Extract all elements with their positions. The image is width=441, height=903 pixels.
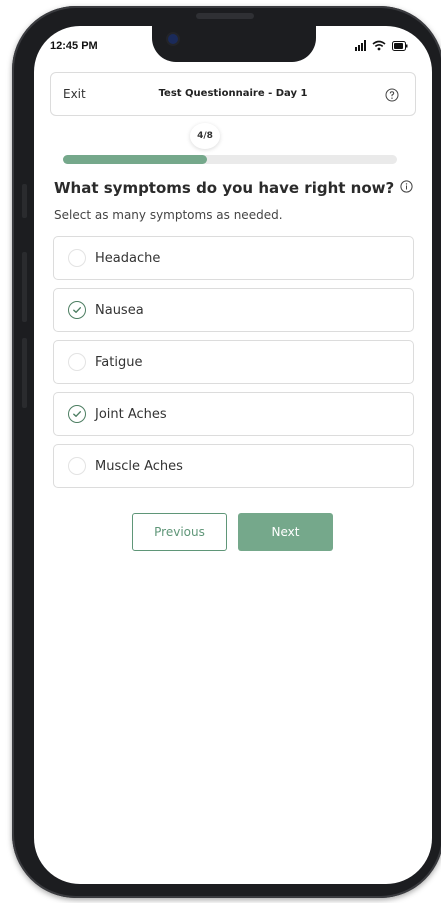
info-icon[interactable] [400, 179, 413, 197]
question-title-row: What symptoms do you have right now? [54, 179, 413, 197]
notch [152, 26, 316, 62]
status-icons [355, 40, 408, 51]
question-title: What symptoms do you have right now? [54, 179, 395, 197]
help-circle-icon[interactable] [385, 87, 399, 106]
signal-icon [355, 40, 366, 51]
radio-circle-icon [68, 353, 86, 371]
option-label: Joint Aches [95, 406, 167, 422]
radio-circle-icon [68, 249, 86, 267]
symptom-options: Headache Nausea Fatigue Joint Aches Musc… [53, 236, 414, 496]
check-circle-icon [68, 301, 86, 319]
wifi-icon [372, 40, 386, 51]
option-headache[interactable]: Headache [53, 236, 414, 280]
option-muscle-aches[interactable]: Muscle Aches [53, 444, 414, 488]
option-label: Muscle Aches [95, 458, 183, 474]
mute-switch [22, 184, 27, 218]
previous-button[interactable]: Previous [132, 513, 227, 551]
next-button[interactable]: Next [238, 513, 333, 551]
speaker-grille [196, 13, 254, 19]
radio-circle-icon [68, 457, 86, 475]
progress-bar-fill [63, 155, 207, 164]
camera-icon [168, 34, 178, 44]
option-label: Nausea [95, 302, 144, 318]
battery-icon [392, 40, 408, 51]
question-subtitle: Select as many symptoms as needed. [54, 208, 283, 222]
option-nausea[interactable]: Nausea [53, 288, 414, 332]
questionnaire-header: Exit Test Questionnaire - Day 1 [50, 72, 416, 116]
option-joint-aches[interactable]: Joint Aches [53, 392, 414, 436]
progress-bar [63, 155, 397, 164]
header-title: Test Questionnaire - Day 1 [158, 88, 308, 99]
option-fatigue[interactable]: Fatigue [53, 340, 414, 384]
status-time: 12:45 PM [50, 40, 98, 52]
option-label: Fatigue [95, 354, 143, 370]
volume-up-button [22, 252, 27, 322]
option-label: Headache [95, 250, 161, 266]
progress-step-badge: 4/8 [190, 123, 220, 149]
check-circle-icon [68, 405, 86, 423]
volume-down-button [22, 338, 27, 408]
